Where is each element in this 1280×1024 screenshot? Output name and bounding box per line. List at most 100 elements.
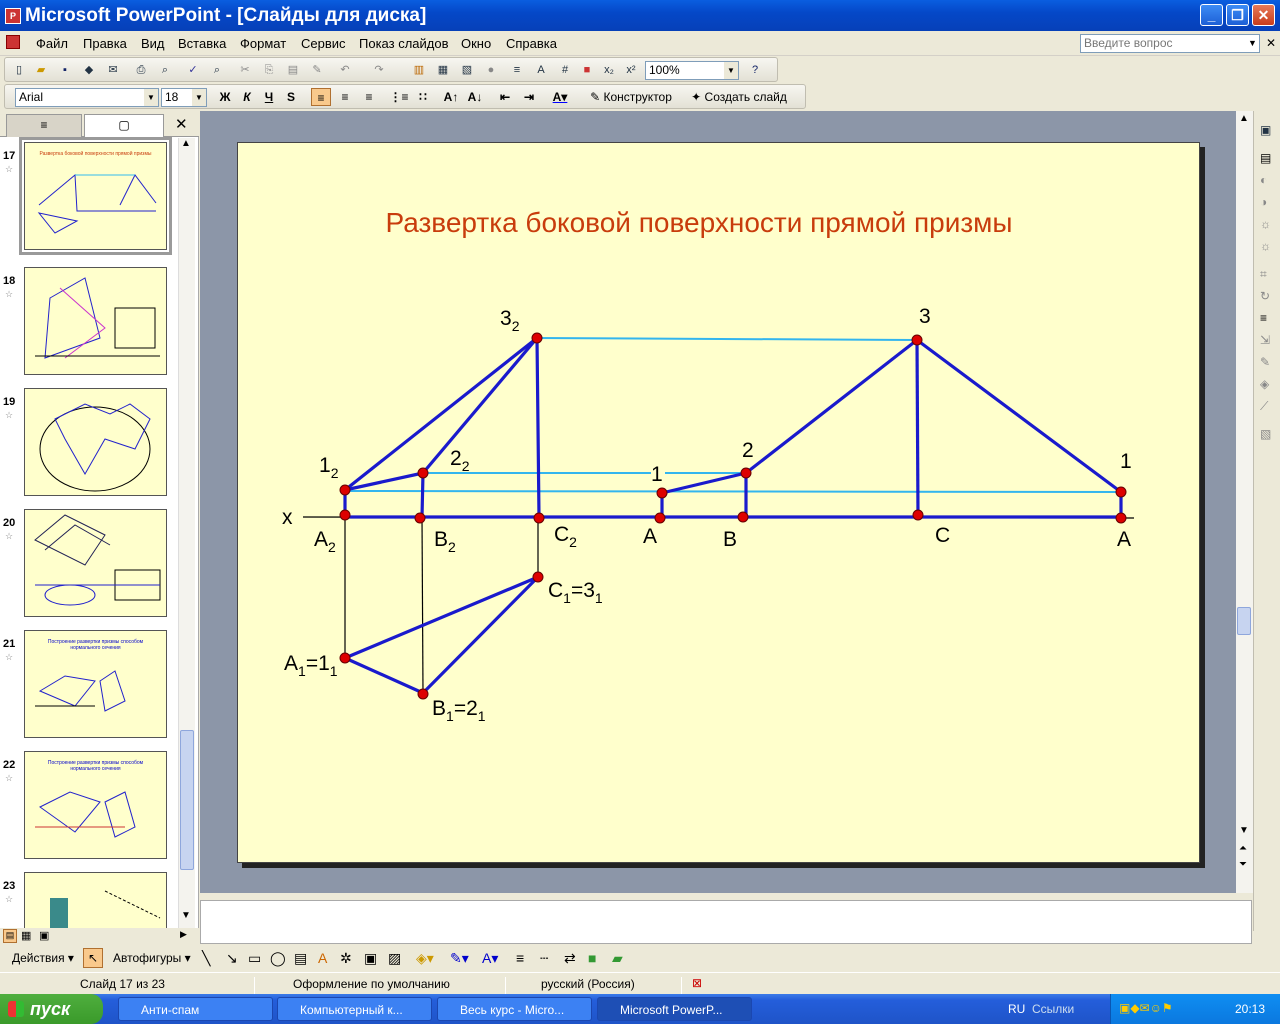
scroll-up-icon[interactable]: ▲ xyxy=(181,138,191,149)
line-style-icon[interactable]: ≡ xyxy=(1260,311,1267,325)
spelling-status-icon[interactable]: ⊠ xyxy=(692,976,702,990)
line-icon[interactable]: ╲ xyxy=(202,950,210,967)
tab-slides[interactable]: ▢ xyxy=(84,114,164,137)
scroll-thumb[interactable] xyxy=(180,730,194,870)
format-painter-icon[interactable]: ✎ xyxy=(309,62,325,78)
shadow-style-icon[interactable]: ■ xyxy=(588,950,596,966)
dash-style-icon[interactable]: ┄ xyxy=(540,950,548,967)
slide-thumbnail[interactable]: Построение развертки призмы способом нор… xyxy=(24,751,167,859)
permission-icon[interactable]: ◆ xyxy=(81,62,97,78)
slide-sorter-icon[interactable]: ▦ xyxy=(21,929,31,942)
notes-pane[interactable] xyxy=(200,900,1252,944)
menu-insert[interactable]: Вставка xyxy=(178,36,226,51)
underline-button[interactable]: Ч xyxy=(259,88,279,106)
recolor-icon[interactable]: ✎ xyxy=(1260,355,1270,369)
grid-icon[interactable]: # xyxy=(557,62,573,78)
rectangle-icon[interactable]: ▭ xyxy=(248,950,261,967)
open-icon[interactable]: ▰ xyxy=(33,62,49,78)
wordart-icon[interactable]: A xyxy=(318,950,327,966)
taskbar-button-course[interactable]: Весь курс - Micro... xyxy=(437,997,592,1021)
status-design[interactable]: Оформление по умолчанию xyxy=(293,977,450,991)
insert-table-icon[interactable]: ▦ xyxy=(435,62,451,78)
copy-icon[interactable]: ⎘ xyxy=(261,62,277,78)
align-center-icon[interactable]: ≡ xyxy=(335,88,355,106)
save-icon[interactable]: ▪ xyxy=(57,62,73,78)
line-style-icon[interactable]: ≡ xyxy=(516,950,524,966)
contrast-up-icon[interactable]: ◐ xyxy=(1260,173,1267,187)
menu-slideshow[interactable]: Показ слайдов xyxy=(359,36,449,51)
print-preview-icon[interactable]: ⌕ xyxy=(157,62,173,78)
slides-scrollbar[interactable]: ▲ ▼ xyxy=(178,138,195,928)
format-picture-icon[interactable]: ◈ xyxy=(1260,377,1269,391)
insert-chart-icon[interactable]: ▥ xyxy=(411,62,427,78)
slide-canvas[interactable]: Развертка боковой поверхности прямой при… xyxy=(237,142,1200,863)
slide-thumbnail[interactable] xyxy=(24,388,167,496)
cut-icon[interactable]: ✂ xyxy=(237,62,253,78)
arrow-style-icon[interactable]: ⇄ xyxy=(564,950,576,967)
align-left-icon[interactable]: ≡ xyxy=(311,88,331,106)
slide-thumbnail[interactable]: Построение развертки призмы способом нор… xyxy=(24,630,167,738)
next-slide-icon[interactable]: ⏷ xyxy=(1239,859,1247,870)
tab-outline[interactable]: ≡ xyxy=(6,114,82,137)
decrease-font-icon[interactable]: A↓ xyxy=(465,88,485,106)
contrast-down-icon[interactable]: ◑ xyxy=(1260,195,1267,209)
close-document-icon[interactable]: ✕ xyxy=(1266,36,1276,50)
help-icon[interactable]: ? xyxy=(747,62,763,78)
ask-question-input[interactable]: Введите вопрос xyxy=(1080,34,1260,53)
transparent-color-icon[interactable]: ⟋ xyxy=(1260,399,1268,414)
align-right-icon[interactable]: ≡ xyxy=(359,88,379,106)
redo-icon[interactable]: ↷ xyxy=(371,62,387,78)
slideshow-icon[interactable]: ▣ xyxy=(39,929,49,942)
compress-icon[interactable]: ⇲ xyxy=(1260,333,1270,347)
print-icon[interactable]: ⎙ xyxy=(133,62,149,78)
select-objects-icon[interactable]: ↖ xyxy=(83,948,103,968)
color-icon[interactable]: ▤ xyxy=(1260,151,1271,165)
show-formatting-icon[interactable]: A xyxy=(533,62,549,78)
start-button[interactable]: пуск xyxy=(0,994,103,1024)
line-color-icon[interactable]: ✎▾ xyxy=(450,950,469,967)
scroll-down-icon[interactable]: ▼ xyxy=(1239,825,1249,836)
hyperlink-icon[interactable]: ● xyxy=(483,62,499,78)
minimize-button[interactable]: _ xyxy=(1200,4,1223,26)
menu-view[interactable]: Вид xyxy=(141,36,165,51)
taskbar-button-antispam[interactable]: Анти-спам xyxy=(118,997,273,1021)
clipart-icon[interactable]: ▣ xyxy=(364,950,377,967)
slide-thumbnail[interactable] xyxy=(24,509,167,617)
italic-button[interactable]: К xyxy=(237,88,257,106)
research-icon[interactable]: ⌕ xyxy=(209,62,225,78)
links-toolbar[interactable]: Ссылки xyxy=(1032,1002,1074,1016)
menu-window[interactable]: Окно xyxy=(461,36,491,51)
new-slide-button[interactable]: ✦ Создать слайд xyxy=(683,88,795,106)
insert-picture-icon[interactable]: ▣ xyxy=(1260,123,1271,137)
diagram-icon[interactable]: ✲ xyxy=(340,950,352,967)
menu-format[interactable]: Формат xyxy=(240,36,286,51)
new-icon[interactable]: ▯ xyxy=(11,62,27,78)
menu-help[interactable]: Справка xyxy=(506,36,557,51)
reset-picture-icon[interactable]: ▧ xyxy=(1260,427,1271,441)
language-indicator[interactable]: RU xyxy=(1008,1002,1025,1016)
scroll-down-icon[interactable]: ▼ xyxy=(181,910,191,921)
scroll-thumb[interactable] xyxy=(1237,607,1251,635)
ask-dropdown-icon[interactable]: ▼ xyxy=(1248,38,1257,48)
close-pane-icon[interactable]: ✕ xyxy=(175,115,188,133)
subscript-icon[interactable]: x₂ xyxy=(601,62,617,78)
fill-color-icon[interactable]: ◈▾ xyxy=(416,950,434,967)
expand-all-icon[interactable]: ≡ xyxy=(509,62,525,78)
tray-icons[interactable]: ▣◆✉☺⚑ xyxy=(1119,1001,1173,1015)
menu-file[interactable]: Файл xyxy=(36,36,68,51)
normal-view-icon[interactable]: ▤ xyxy=(3,929,17,943)
insert-image-icon[interactable]: ▨ xyxy=(388,950,401,967)
taskbar-button-powerpoint[interactable]: Microsoft PowerP... xyxy=(597,997,752,1021)
brightness-down-icon[interactable]: ☼ xyxy=(1260,239,1271,253)
slide-title[interactable]: Развертка боковой поверхности прямой при… xyxy=(385,207,1012,238)
font-size-select[interactable]: 18 ▼ xyxy=(161,88,207,107)
powerpoint-icon[interactable]: P xyxy=(5,7,21,24)
brightness-up-icon[interactable]: ☼ xyxy=(1260,217,1271,231)
bullets-icon[interactable]: ∷ xyxy=(413,88,433,106)
scroll-right-icon[interactable]: ▶ xyxy=(180,929,187,940)
slide-thumbnail[interactable] xyxy=(24,267,167,375)
font-select[interactable]: Arial ▼ xyxy=(15,88,159,107)
previous-slide-icon[interactable]: ⏶ xyxy=(1239,843,1247,854)
arrow-icon[interactable]: ↘ xyxy=(226,950,238,967)
menu-tools[interactable]: Сервис xyxy=(301,36,346,51)
